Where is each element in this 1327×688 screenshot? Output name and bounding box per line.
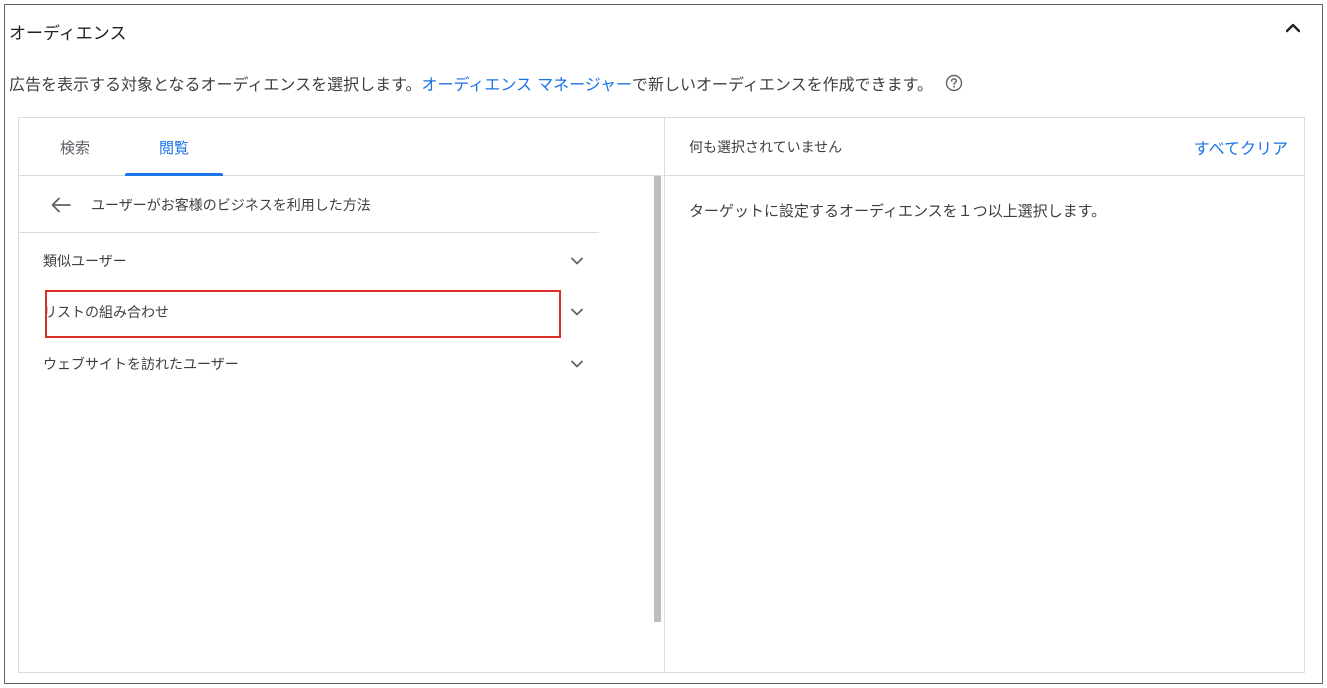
- breadcrumb: ユーザーがお客様のビジネスを利用した方法: [19, 177, 599, 233]
- tab-bar: 検索 閲覧: [19, 118, 663, 176]
- audience-manager-link[interactable]: オーディエンス マネージャー: [421, 71, 632, 95]
- breadcrumb-label: ユーザーがお客様のビジネスを利用した方法: [91, 197, 371, 214]
- selection-header: 何も選択されていません すべてクリア: [665, 118, 1304, 176]
- clear-all-button[interactable]: すべてクリア: [1194, 135, 1288, 159]
- category-combined-lists[interactable]: リストの組み合わせ: [19, 286, 599, 338]
- category-label: ウェブサイトを訪れたユーザー: [43, 357, 239, 373]
- collapse-button[interactable]: [1282, 17, 1304, 39]
- selection-status: 何も選択されていません: [689, 139, 843, 156]
- description-text: 広告を表示する対象となるオーディエンスを選択します。: [9, 75, 422, 94]
- back-button[interactable]: [49, 193, 73, 217]
- selection-pane: 何も選択されていません すべてクリア ターゲットに設定するオーディエンスを１つ以…: [664, 118, 1304, 672]
- scrollbar[interactable]: [654, 176, 661, 622]
- section-title: オーディエンス: [9, 24, 127, 44]
- chevron-down-icon[interactable]: [567, 251, 587, 271]
- audience-picker: 検索 閲覧 ユーザーがお客様のビジネスを利用した方法 類似ユーザー リストの組み…: [18, 117, 1305, 673]
- section-description: 広告を表示する対象となるオーディエンスを選択します。 オーディエンス マネージャ…: [9, 71, 963, 95]
- chevron-down-icon[interactable]: [567, 354, 587, 374]
- category-label: リストの組み合わせ: [43, 305, 169, 321]
- chevron-up-icon: [1286, 23, 1300, 33]
- help-circle-icon[interactable]: [945, 74, 963, 92]
- category-similar-users[interactable]: 類似ユーザー: [19, 235, 599, 287]
- arrow-left-icon: [51, 197, 71, 212]
- category-label: 類似ユーザー: [43, 254, 127, 270]
- chevron-down-icon[interactable]: [567, 302, 587, 322]
- tab-browse[interactable]: 閲覧: [125, 118, 223, 176]
- audience-section: オーディエンス 広告を表示する対象となるオーディエンスを選択します。 オーディエ…: [4, 4, 1323, 684]
- category-website-visitors[interactable]: ウェブサイトを訪れたユーザー: [19, 338, 599, 390]
- selection-hint: ターゲットに設定するオーディエンスを１つ以上選択します。: [689, 202, 1107, 220]
- browse-pane: 検索 閲覧 ユーザーがお客様のビジネスを利用した方法 類似ユーザー リストの組み…: [19, 118, 663, 672]
- tab-search[interactable]: 検索: [51, 118, 99, 176]
- description-text-suffix: で新しいオーディエンスを作成できます。: [632, 75, 933, 94]
